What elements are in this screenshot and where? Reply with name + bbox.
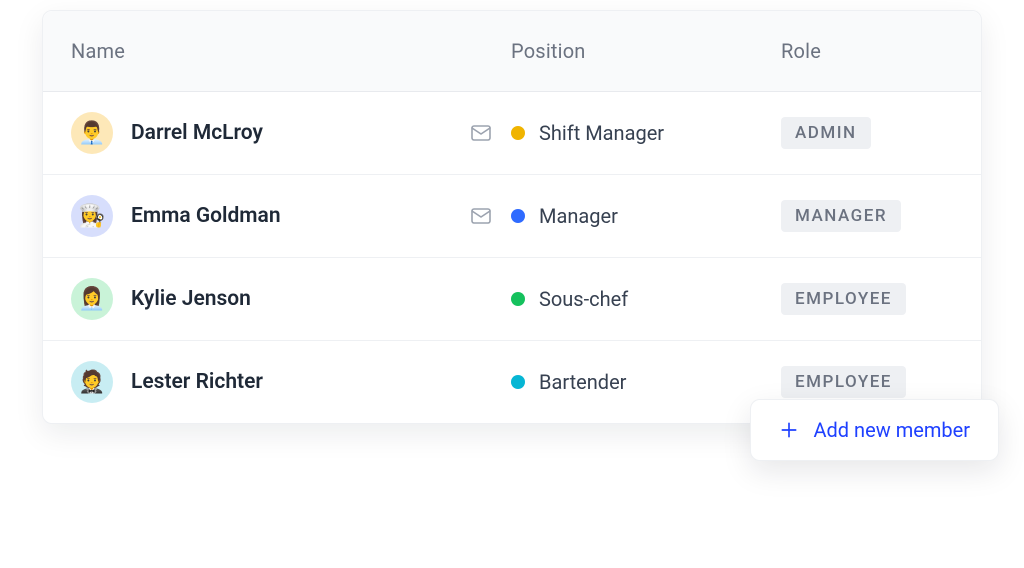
position-label: Shift Manager <box>539 121 664 145</box>
status-dot <box>511 292 525 306</box>
mail-icon[interactable] <box>469 204 493 228</box>
position-label: Bartender <box>539 370 626 394</box>
table-row[interactable]: 👩‍🍳 Emma Goldman Manager MANAGER <box>43 175 981 258</box>
member-name: Emma Goldman <box>131 204 281 228</box>
position-cell: Manager <box>511 204 781 228</box>
members-table-card: Name Position Role 👨‍💼 Darrel McLroy Shift… <box>42 10 982 424</box>
table-header-row: Name Position Role <box>43 11 981 92</box>
table-row[interactable]: 👩‍💼 Kylie Jenson Sous-chef EMPLOYEE <box>43 258 981 341</box>
table-body: 👨‍💼 Darrel McLroy Shift Manager ADMIN 👩‍🍳 Emm… <box>43 92 981 423</box>
role-cell: MANAGER <box>781 200 953 232</box>
column-header-name[interactable]: Name <box>71 39 511 63</box>
role-cell: EMPLOYEE <box>781 366 953 398</box>
role-cell: EMPLOYEE <box>781 283 953 315</box>
status-dot <box>511 126 525 140</box>
status-dot <box>511 375 525 389</box>
member-name: Kylie Jenson <box>131 287 251 311</box>
table-row[interactable]: 👨‍💼 Darrel McLroy Shift Manager ADMIN <box>43 92 981 175</box>
avatar[interactable]: 🤵 <box>71 361 113 403</box>
name-cell: 👩‍💼 Kylie Jenson <box>71 278 511 320</box>
member-name: Lester Richter <box>131 370 263 394</box>
name-cell: 🤵 Lester Richter <box>71 361 511 403</box>
avatar[interactable]: 👨‍💼 <box>71 112 113 154</box>
role-badge: EMPLOYEE <box>781 283 906 315</box>
name-cell: 👨‍💼 Darrel McLroy <box>71 112 511 154</box>
name-cell: 👩‍🍳 Emma Goldman <box>71 195 511 237</box>
position-cell: Sous-chef <box>511 287 781 311</box>
add-member-button[interactable]: Add new member <box>750 399 999 461</box>
role-badge: ADMIN <box>781 117 871 149</box>
mail-icon[interactable] <box>469 121 493 145</box>
position-label: Sous-chef <box>539 287 628 311</box>
position-label: Manager <box>539 204 618 228</box>
position-cell: Bartender <box>511 370 781 394</box>
avatar[interactable]: 👩‍🍳 <box>71 195 113 237</box>
member-name: Darrel McLroy <box>131 121 263 145</box>
role-badge: EMPLOYEE <box>781 366 906 398</box>
plus-icon <box>779 420 799 440</box>
position-cell: Shift Manager <box>511 121 781 145</box>
status-dot <box>511 209 525 223</box>
add-member-label: Add new member <box>813 418 970 442</box>
role-cell: ADMIN <box>781 117 953 149</box>
avatar[interactable]: 👩‍💼 <box>71 278 113 320</box>
column-header-position[interactable]: Position <box>511 39 781 63</box>
role-badge: MANAGER <box>781 200 901 232</box>
column-header-role[interactable]: Role <box>781 39 953 63</box>
